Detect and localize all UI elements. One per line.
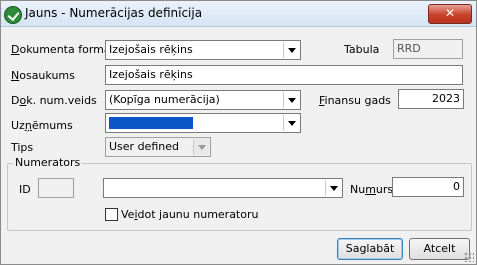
- finansu-gads-label: Finansu gads: [319, 94, 391, 107]
- uznemums-label: Uzņēmums: [11, 119, 73, 132]
- numurs-input[interactable]: 0: [392, 177, 464, 197]
- numerator-select[interactable]: [103, 178, 343, 198]
- chevron-down-icon[interactable]: [325, 180, 341, 196]
- uznemums-select[interactable]: [105, 113, 301, 133]
- nosaukums-input[interactable]: Izejošais rēķins: [105, 65, 463, 85]
- resize-grip-icon[interactable]: [464, 252, 474, 262]
- chevron-down-icon[interactable]: [283, 92, 299, 108]
- dok-num-veids-label: Dok. num.veids: [11, 94, 97, 107]
- chevron-down-icon[interactable]: [283, 42, 299, 58]
- dokumenta-forma-select[interactable]: Izejošais rēķins: [105, 40, 301, 60]
- dokumenta-forma-label: Dokumenta forma: [11, 43, 111, 56]
- chevron-down-icon: [193, 139, 209, 155]
- chevron-down-icon[interactable]: [283, 115, 299, 131]
- veidot-jaunu-label[interactable]: Veidot jaunu numeratoru: [121, 208, 258, 221]
- close-button[interactable]: ✕: [428, 4, 472, 24]
- dok-num-veids-select[interactable]: (Kopīga numerācija): [105, 90, 301, 110]
- id-label: ID: [19, 183, 31, 196]
- tabula-field: RRD: [393, 39, 463, 59]
- veidot-jaunu-checkbox[interactable]: [105, 208, 118, 221]
- dialog-window: Jauns - Numerācijas definīcija ✕ Dokumen…: [0, 0, 477, 265]
- numerators-group-title: Numerators: [13, 156, 83, 169]
- cancel-button[interactable]: Atcelt: [409, 238, 470, 260]
- title-bar[interactable]: Jauns - Numerācijas definīcija ✕: [1, 1, 476, 27]
- save-button[interactable]: Saglabāt: [337, 238, 403, 260]
- nosaukums-label: Nosaukums: [11, 69, 75, 82]
- app-logo-icon: [4, 6, 22, 24]
- tips-select: User defined: [105, 137, 211, 157]
- finansu-gads-input[interactable]: 2023: [398, 89, 464, 109]
- numurs-label: Numurs: [350, 183, 394, 196]
- tabula-label: Tabula: [344, 43, 380, 56]
- tips-label: Tips: [11, 141, 34, 154]
- window-title: Jauns - Numerācijas definīcija: [25, 6, 203, 20]
- id-field: [38, 178, 74, 198]
- selection-highlight: [109, 117, 193, 129]
